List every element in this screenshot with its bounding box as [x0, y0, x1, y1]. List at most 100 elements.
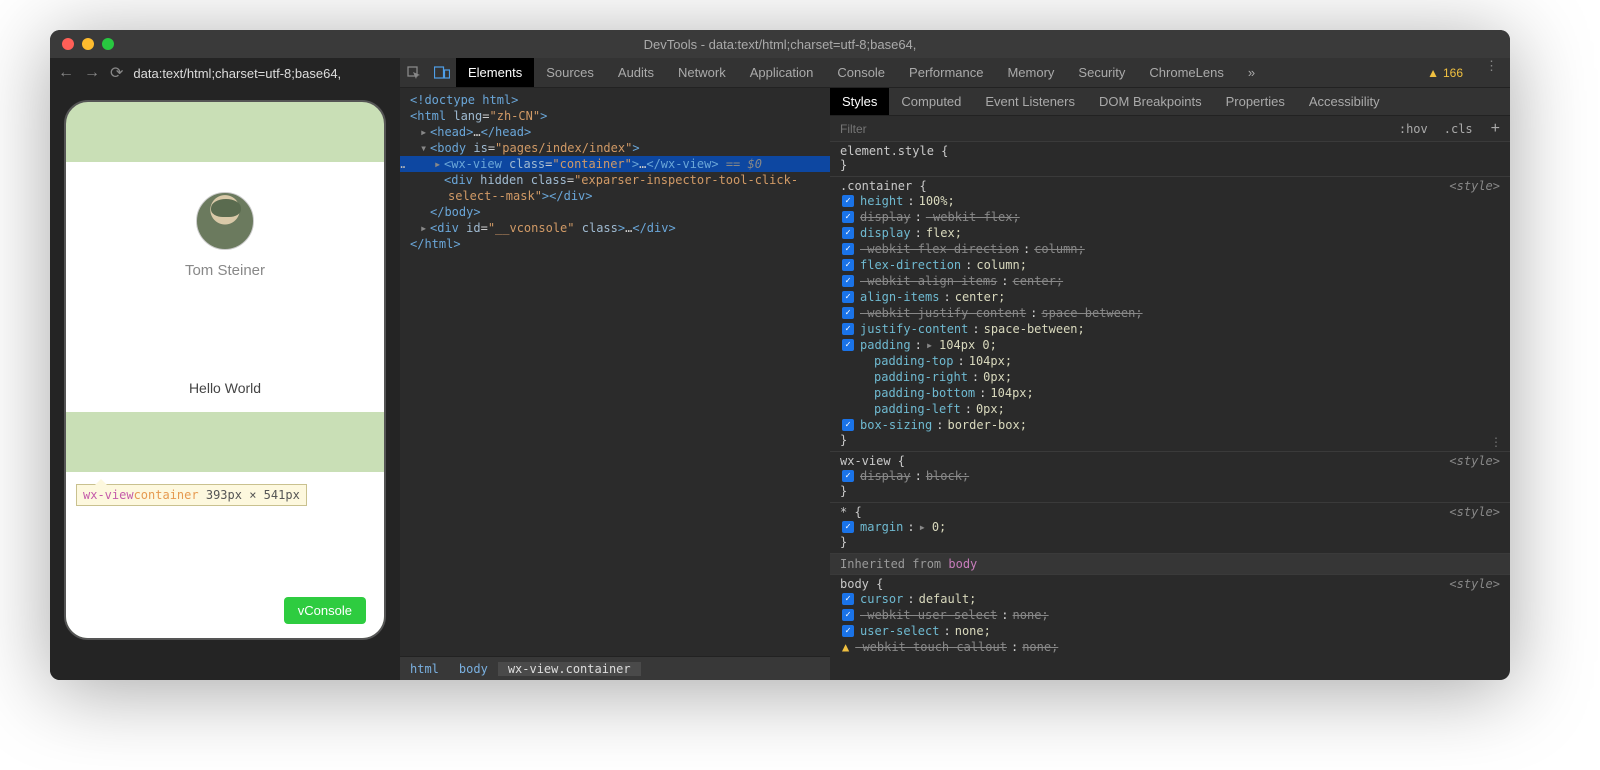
rule-body[interactable]: <style> body { ✓cursor: default;✓-webkit… [830, 575, 1510, 659]
inspect-icon[interactable] [400, 58, 428, 87]
tab-memory[interactable]: Memory [995, 58, 1066, 87]
back-icon[interactable]: ← [58, 64, 74, 82]
more-icon[interactable]: ⋮ [1490, 435, 1504, 449]
tree-line[interactable]: ▸<div id="__vconsole" class>…</div> [400, 220, 830, 236]
new-style-rule-icon[interactable]: + [1481, 120, 1510, 138]
subtab-accessibility[interactable]: Accessibility [1297, 88, 1392, 115]
property-checkbox[interactable]: ✓ [842, 227, 854, 239]
dom-tree[interactable]: <!doctype html> <html lang="zh-CN"> ▸<he… [400, 88, 830, 656]
style-property[interactable]: ✓box-sizing: border-box; [840, 417, 1500, 433]
warning-icon: ▲ [1427, 66, 1439, 80]
style-property[interactable]: ▲-webkit-touch-callout: none; [840, 639, 1500, 655]
property-checkbox[interactable]: ✓ [842, 211, 854, 223]
tab-elements[interactable]: Elements [456, 58, 534, 87]
property-checkbox[interactable]: ✓ [842, 323, 854, 335]
address-url[interactable]: data:text/html;charset=utf-8;base64, [133, 66, 392, 81]
subtab-computed[interactable]: Computed [889, 88, 973, 115]
style-property[interactable]: ✓display: block; [840, 468, 1500, 484]
tab-performance[interactable]: Performance [897, 58, 995, 87]
crumb-body[interactable]: body [449, 662, 498, 676]
property-checkbox[interactable]: ✓ [842, 275, 854, 287]
warnings-badge[interactable]: ▲ 166 [1417, 58, 1473, 87]
tree-line[interactable]: ▾<body is="pages/index/index"> [400, 140, 830, 156]
style-property[interactable]: ✓-webkit-user-select: none; [840, 607, 1500, 623]
forward-icon[interactable]: → [84, 64, 100, 82]
tree-line[interactable]: </html> [400, 236, 830, 252]
tree-line[interactable]: </body> [400, 204, 830, 220]
property-checkbox[interactable]: ✓ [842, 593, 854, 605]
rule-container[interactable]: <style> .container { ✓height: 100%;✓disp… [830, 177, 1510, 452]
subtab-styles[interactable]: Styles [830, 88, 889, 115]
inherited-header: Inherited from body [830, 554, 1510, 575]
tree-line[interactable]: select--mask"></div> [400, 188, 830, 204]
style-property[interactable]: padding-left: 0px; [840, 401, 1500, 417]
property-checkbox[interactable]: ✓ [842, 291, 854, 303]
tab-application[interactable]: Application [738, 58, 826, 87]
style-property[interactable]: padding-bottom: 104px; [840, 385, 1500, 401]
preview-nav: ← → ⟳ data:text/html;charset=utf-8;base6… [50, 58, 400, 88]
device-frame: Tom Steiner Hello World wx-viewcontainer… [64, 100, 386, 640]
style-property[interactable]: ✓flex-direction: column; [840, 257, 1500, 273]
tab-security[interactable]: Security [1066, 58, 1137, 87]
style-property[interactable]: ✓display: -webkit-flex; [840, 209, 1500, 225]
property-checkbox[interactable]: ✓ [842, 609, 854, 621]
menu-icon[interactable]: ⋮ [1473, 58, 1510, 87]
tab-sources[interactable]: Sources [534, 58, 606, 87]
device-toggle-icon[interactable] [428, 58, 456, 87]
preview-card-top: Tom Steiner Hello World [66, 162, 384, 412]
property-checkbox[interactable]: ✓ [842, 195, 854, 207]
style-rules[interactable]: element.style { } <style> .container { ✓… [830, 142, 1510, 680]
close-icon[interactable] [62, 38, 74, 50]
style-property[interactable]: ✓-webkit-align-items: center; [840, 273, 1500, 289]
property-checkbox[interactable]: ✓ [842, 243, 854, 255]
tree-line[interactable]: <html lang="zh-CN"> [400, 108, 830, 124]
style-property[interactable]: ✓user-select: none; [840, 623, 1500, 639]
style-property[interactable]: ✓-webkit-justify-content: space-between; [840, 305, 1500, 321]
elements-tree: <!doctype html> <html lang="zh-CN"> ▸<he… [400, 88, 830, 680]
subtab-event-listeners[interactable]: Event Listeners [973, 88, 1087, 115]
property-checkbox[interactable]: ✓ [842, 259, 854, 271]
minimize-icon[interactable] [82, 38, 94, 50]
reload-icon[interactable]: ⟳ [110, 63, 123, 83]
tree-line-selected[interactable]: ▸<wx-view class="container">…</wx-view> … [400, 156, 830, 172]
preview-panel: ← → ⟳ data:text/html;charset=utf-8;base6… [50, 58, 400, 680]
property-checkbox[interactable]: ✓ [842, 521, 854, 533]
vconsole-button[interactable]: vConsole [284, 597, 366, 624]
tab-audits[interactable]: Audits [606, 58, 666, 87]
rule-star[interactable]: <style> * { ✓margin: ▸0; } [830, 503, 1510, 554]
rule-wxview[interactable]: <style> wx-view { ✓display: block; } [830, 452, 1510, 503]
tabs-overflow[interactable]: » [1236, 58, 1267, 87]
property-checkbox[interactable]: ✓ [842, 339, 854, 351]
style-property[interactable]: ✓justify-content: space-between; [840, 321, 1500, 337]
subtab-properties[interactable]: Properties [1214, 88, 1297, 115]
zoom-icon[interactable] [102, 38, 114, 50]
tree-line[interactable]: <!doctype html> [400, 92, 830, 108]
cls-toggle[interactable]: .cls [1436, 122, 1481, 136]
style-property[interactable]: ✓padding: ▸104px 0; [840, 337, 1500, 353]
tree-line[interactable]: ▸<head>…</head> [400, 124, 830, 140]
tab-chromelens[interactable]: ChromeLens [1137, 58, 1235, 87]
style-property[interactable]: padding-right: 0px; [840, 369, 1500, 385]
hov-toggle[interactable]: :hov [1391, 122, 1436, 136]
crumb-wxview[interactable]: wx-view.container [498, 662, 641, 676]
warnings-count: 166 [1443, 66, 1463, 80]
crumb-html[interactable]: html [400, 662, 449, 676]
style-property[interactable]: ✓display: flex; [840, 225, 1500, 241]
style-property[interactable]: ✓height: 100%; [840, 193, 1500, 209]
style-property[interactable]: ✓-webkit-flex-direction: column; [840, 241, 1500, 257]
property-checkbox[interactable]: ✓ [842, 307, 854, 319]
style-property[interactable]: padding-top: 104px; [840, 353, 1500, 369]
subtab-dom-breakpoints[interactable]: DOM Breakpoints [1087, 88, 1214, 115]
rule-element-style[interactable]: element.style { } [830, 142, 1510, 177]
property-checkbox[interactable]: ✓ [842, 625, 854, 637]
property-checkbox[interactable]: ✓ [842, 470, 854, 482]
property-checkbox[interactable]: ✓ [842, 419, 854, 431]
style-property[interactable]: ✓align-items: center; [840, 289, 1500, 305]
style-property[interactable]: ✓cursor: default; [840, 591, 1500, 607]
tab-network[interactable]: Network [666, 58, 738, 87]
tab-console[interactable]: Console [825, 58, 897, 87]
filter-input[interactable] [830, 122, 1391, 136]
hello-text: Hello World [189, 380, 261, 396]
tree-line[interactable]: <div hidden class="exparser-inspector-to… [400, 172, 830, 188]
style-property[interactable]: ✓margin: ▸0; [840, 519, 1500, 535]
